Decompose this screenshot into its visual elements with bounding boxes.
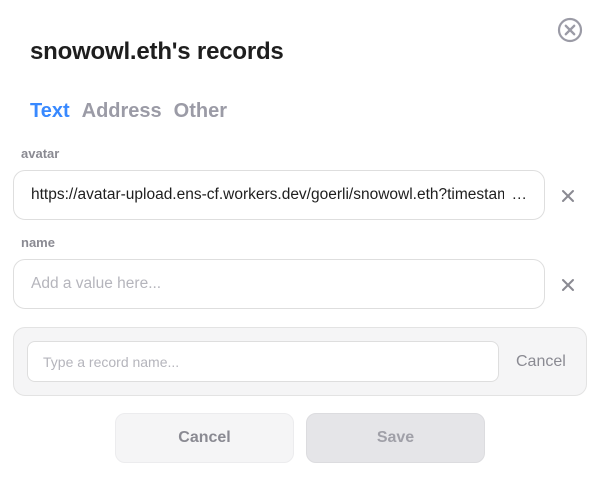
save-button[interactable]: Save [306, 413, 485, 463]
tab-address[interactable]: Address [82, 100, 162, 123]
record-type-tabs: Text Address Other [30, 100, 227, 123]
avatar-field-value: https://avatar-upload.ens-cf.workers.dev… [31, 186, 504, 203]
x-icon [562, 279, 574, 291]
avatar-field-input[interactable]: https://avatar-upload.ens-cf.workers.dev… [13, 170, 545, 220]
add-record-cancel-button[interactable]: Cancel [516, 353, 566, 371]
modal-title: snowowl.eth's records [30, 38, 284, 65]
remove-avatar-record-button[interactable] [560, 188, 576, 204]
remove-name-record-button[interactable] [560, 277, 576, 293]
cancel-button[interactable]: Cancel [115, 413, 294, 463]
x-icon [562, 190, 574, 202]
name-field-label: name [21, 235, 55, 250]
avatar-field-label: avatar [21, 146, 60, 161]
name-field-placeholder: Add a value here... [31, 275, 162, 292]
overflow-ellipsis: … [511, 186, 528, 203]
record-name-placeholder: Type a record name... [43, 353, 180, 370]
records-modal: snowowl.eth's records Text Address Other… [0, 0, 600, 480]
close-modal-button[interactable] [557, 17, 583, 43]
add-record-panel: Type a record name... Cancel [13, 327, 587, 396]
tab-other[interactable]: Other [174, 100, 227, 123]
close-circle-icon [557, 17, 583, 43]
record-name-input[interactable]: Type a record name... [27, 341, 499, 382]
tab-text[interactable]: Text [30, 100, 70, 123]
name-field-input[interactable]: Add a value here... [13, 259, 545, 309]
